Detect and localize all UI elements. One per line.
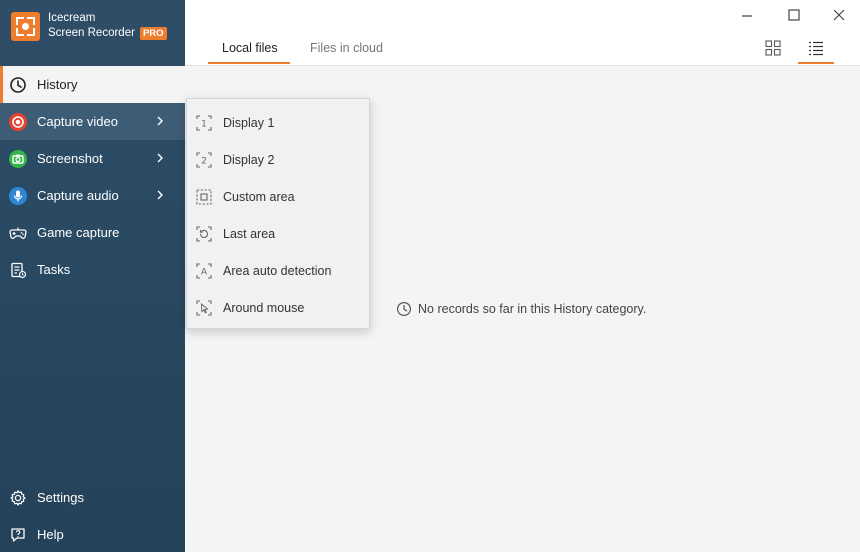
- gear-icon: [8, 488, 28, 508]
- grid-view-icon[interactable]: [764, 39, 782, 57]
- app-brand: Icecream Screen Recorder PRO: [11, 11, 167, 41]
- capture-video-menu: 1 Display 1 2 Display 2 Custom area Last…: [186, 98, 370, 329]
- app-logo-icon: [11, 11, 40, 41]
- menu-item-custom-area[interactable]: Custom area: [187, 178, 369, 215]
- sidebar-item-screenshot[interactable]: Screenshot: [0, 140, 185, 177]
- chevron-right-icon: [157, 190, 163, 200]
- camera-icon: [8, 149, 28, 169]
- sidebar-nav: History Capture video Screenshot Capture…: [0, 66, 185, 288]
- tab-local-files[interactable]: Local files: [222, 41, 278, 55]
- chevron-right-icon: [157, 116, 163, 126]
- list-view-icon[interactable]: [807, 39, 825, 57]
- gamepad-icon: [8, 223, 28, 243]
- record-icon: [8, 112, 28, 132]
- empty-state-message: No records so far in this History catego…: [418, 302, 647, 316]
- area-auto-detection-icon: A: [196, 262, 212, 279]
- tab-files-in-cloud[interactable]: Files in cloud: [310, 41, 383, 55]
- sidebar-item-label: Game capture: [37, 225, 120, 240]
- sidebar-item-capture-audio[interactable]: Capture audio: [0, 177, 185, 214]
- last-area-icon: [196, 225, 212, 242]
- menu-item-around-mouse[interactable]: Around mouse: [187, 289, 369, 326]
- menu-item-label: Display 1: [223, 115, 275, 130]
- sidebar-item-label: Capture audio: [37, 188, 119, 203]
- close-icon[interactable]: [831, 7, 847, 23]
- display-1-icon: 1: [196, 114, 212, 131]
- sidebar-item-label: Tasks: [37, 262, 71, 277]
- svg-text:2: 2: [201, 156, 207, 166]
- svg-text:A: A: [201, 267, 208, 277]
- sidebar-item-label: Help: [37, 527, 64, 542]
- menu-item-display-1[interactable]: 1 Display 1: [187, 104, 369, 141]
- active-tab-indicator: [208, 62, 290, 64]
- custom-area-icon: [196, 188, 212, 205]
- sidebar-bottom-nav: Settings Help: [0, 479, 185, 552]
- top-bar: Local files Files in cloud: [185, 0, 860, 66]
- menu-item-display-2[interactable]: 2 Display 2: [187, 141, 369, 178]
- menu-item-label: Custom area: [223, 189, 295, 204]
- help-icon: [8, 525, 28, 545]
- sidebar-item-tasks[interactable]: Tasks: [0, 251, 185, 288]
- around-mouse-icon: [196, 299, 212, 316]
- svg-text:1: 1: [201, 119, 207, 129]
- sidebar-item-label: Capture video: [37, 114, 118, 129]
- display-2-icon: 2: [196, 151, 212, 168]
- app-name-line1: Icecream: [48, 12, 96, 24]
- sidebar-item-label: Settings: [37, 490, 84, 505]
- app-name-line2: Screen Recorder: [48, 27, 135, 39]
- menu-item-last-area[interactable]: Last area: [187, 215, 369, 252]
- menu-item-label: Last area: [223, 226, 276, 241]
- clock-icon: [8, 75, 28, 95]
- clock-icon: [396, 301, 412, 317]
- microphone-icon: [8, 186, 28, 206]
- sidebar-item-help[interactable]: Help: [0, 516, 185, 552]
- sidebar-item-label: History: [37, 77, 78, 92]
- pro-badge: PRO: [139, 27, 167, 40]
- menu-item-label: Area auto detection: [223, 263, 332, 278]
- sidebar-item-settings[interactable]: Settings: [0, 479, 185, 516]
- empty-state: No records so far in this History catego…: [396, 301, 646, 317]
- menu-item-label: Display 2: [223, 152, 275, 167]
- maximize-icon[interactable]: [786, 7, 802, 23]
- chevron-right-icon: [157, 153, 163, 163]
- sidebar-item-game-capture[interactable]: Game capture: [0, 214, 185, 251]
- app-name: Icecream Screen Recorder PRO: [48, 11, 167, 41]
- sidebar-item-history[interactable]: History: [0, 66, 185, 103]
- menu-item-label: Around mouse: [223, 300, 305, 315]
- menu-item-area-auto-detection[interactable]: A Area auto detection: [187, 252, 369, 289]
- sidebar-item-capture-video[interactable]: Capture video: [0, 103, 185, 140]
- sidebar-item-label: Screenshot: [37, 151, 103, 166]
- tasks-icon: [8, 260, 28, 280]
- minimize-icon[interactable]: [739, 7, 755, 23]
- active-view-indicator: [798, 62, 834, 64]
- sidebar: Icecream Screen Recorder PRO History Cap…: [0, 0, 185, 552]
